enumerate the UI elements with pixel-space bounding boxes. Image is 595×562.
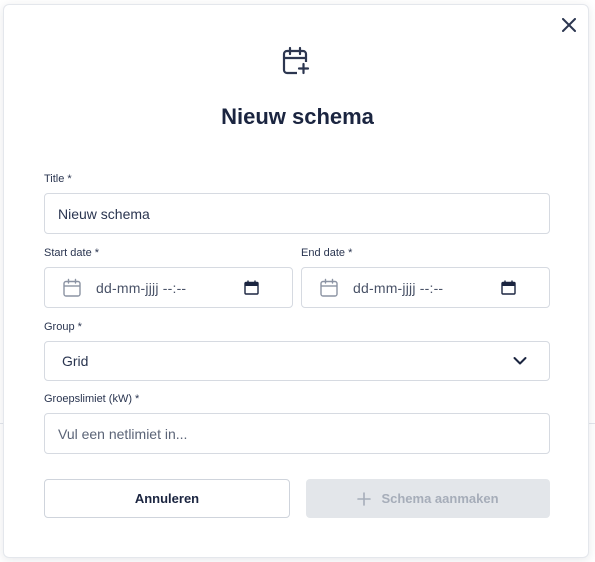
- group-select[interactable]: Grid: [44, 341, 550, 381]
- chevron-down-icon: [513, 357, 527, 365]
- cancel-button[interactable]: Annuleren: [44, 479, 290, 518]
- calendar-icon: [63, 278, 81, 297]
- end-date-label: End date *: [301, 247, 353, 259]
- backdrop-divider-right: [589, 423, 595, 424]
- start-date-value: dd-mm-jjjj --:--: [96, 279, 187, 296]
- group-limit-label: Groepslimiet (kW) *: [44, 393, 140, 405]
- start-date-field[interactable]: dd-mm-jjjj --:--: [44, 267, 293, 308]
- start-date-label: Start date *: [44, 247, 100, 259]
- group-label: Group *: [44, 321, 82, 333]
- cancel-button-label: Annuleren: [134, 491, 200, 506]
- create-schedule-button-label: Schema aanmaken: [381, 491, 499, 506]
- calendar-icon: [320, 278, 338, 297]
- close-icon: [562, 18, 576, 32]
- end-date-field[interactable]: dd-mm-jjjj --:--: [301, 267, 550, 308]
- title-field-value: Nieuw schema: [58, 205, 150, 222]
- dialog-title: Nieuw schema: [221, 104, 374, 129]
- group-limit-field[interactable]: Vul een netlimiet in...: [44, 413, 550, 454]
- calendar-plus-icon: [282, 46, 310, 75]
- group-limit-placeholder: Vul een netlimiet in...: [58, 425, 188, 442]
- group-selected-value: Grid: [62, 353, 89, 369]
- plus-icon: [357, 491, 372, 506]
- date-picker-icon[interactable]: [244, 280, 259, 295]
- title-label: Title *: [44, 173, 72, 185]
- end-date-value: dd-mm-jjjj --:--: [353, 279, 444, 296]
- create-schedule-button[interactable]: Schema aanmaken: [306, 479, 550, 518]
- close-button[interactable]: [557, 13, 581, 37]
- date-picker-icon[interactable]: [501, 280, 516, 295]
- title-field[interactable]: Nieuw schema: [44, 193, 550, 234]
